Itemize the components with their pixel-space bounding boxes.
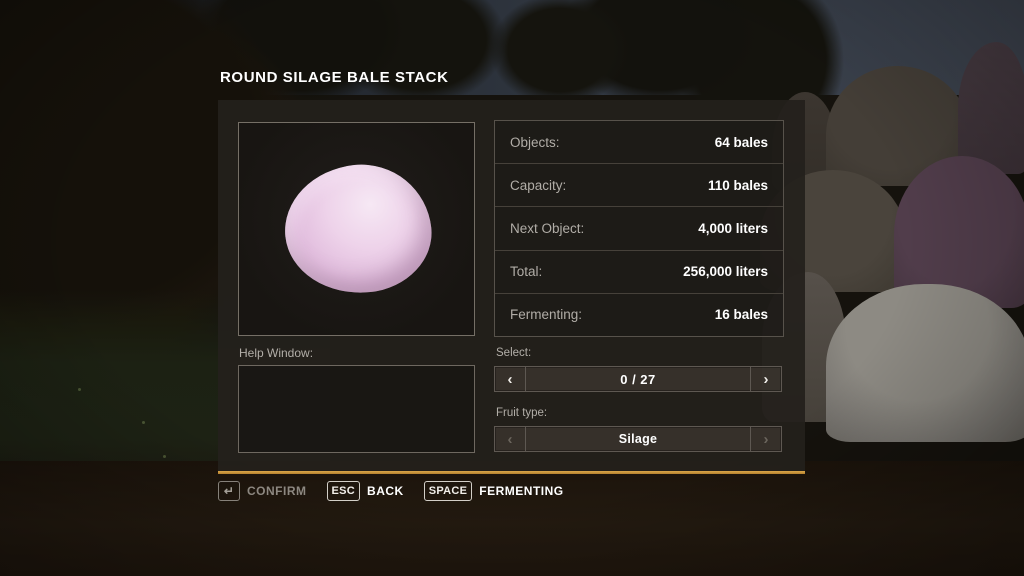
stat-value: 256,000 liters xyxy=(683,264,768,279)
page-title: ROUND SILAGE BALE STACK xyxy=(220,69,449,86)
fruit-type-prev-button[interactable]: ‹ xyxy=(495,427,526,451)
bale-stack-dialog: Help Window: Objects: 64 bales Capacity:… xyxy=(218,100,805,471)
fruit-type-label: Fruit type: xyxy=(496,407,547,419)
stat-value: 110 bales xyxy=(708,178,768,193)
silage-bale-image xyxy=(279,158,438,301)
keyboard-hints-bar: ↵ CONFIRM ESC BACK SPACE FERMENTING xyxy=(218,480,564,502)
chevron-right-icon: › xyxy=(764,371,769,388)
stats-row-next-object: Next Object: 4,000 liters xyxy=(495,206,783,249)
game-screen: ROUND SILAGE BALE STACK Help Window: Obj… xyxy=(0,0,1024,576)
stats-row-objects: Objects: 64 bales xyxy=(495,121,783,163)
stats-row-total: Total: 256,000 liters xyxy=(495,250,783,293)
stat-label: Next Object: xyxy=(510,221,584,236)
hint-fermenting: SPACE FERMENTING xyxy=(424,481,564,501)
select-next-button[interactable]: › xyxy=(750,367,781,391)
help-window-box xyxy=(238,365,475,453)
hint-confirm-label: CONFIRM xyxy=(247,484,307,498)
space-keycap: SPACE xyxy=(424,481,473,501)
hint-back: ESC BACK xyxy=(327,481,404,501)
stats-row-fermenting: Fermenting: 16 bales xyxy=(495,293,783,336)
stat-label: Fermenting: xyxy=(510,307,582,322)
chevron-left-icon: ‹ xyxy=(508,371,513,388)
hint-fermenting-label: FERMENTING xyxy=(479,484,563,498)
stats-panel: Objects: 64 bales Capacity: 110 bales Ne… xyxy=(494,120,784,337)
fruit-type-next-button[interactable]: › xyxy=(750,427,781,451)
select-stepper: ‹ 0 / 27 › xyxy=(494,366,782,392)
stats-row-capacity: Capacity: 110 bales xyxy=(495,163,783,206)
select-label: Select: xyxy=(496,347,531,359)
esc-keycap: ESC xyxy=(327,481,361,501)
bale-preview-box xyxy=(238,122,475,336)
dialog-accent-line xyxy=(218,471,805,474)
stat-value: 64 bales xyxy=(715,135,768,150)
select-value: 0 / 27 xyxy=(526,367,750,391)
stat-value: 4,000 liters xyxy=(698,221,768,236)
return-key-icon: ↵ xyxy=(218,481,240,501)
select-prev-button[interactable]: ‹ xyxy=(495,367,526,391)
stat-label: Total: xyxy=(510,264,542,279)
fruit-type-stepper: ‹ Silage › xyxy=(494,426,782,452)
help-window-label: Help Window: xyxy=(239,346,313,360)
hint-back-label: BACK xyxy=(367,484,404,498)
stat-value: 16 bales xyxy=(715,307,768,322)
chevron-right-icon: › xyxy=(764,431,769,448)
stat-label: Objects: xyxy=(510,135,560,150)
fruit-type-value: Silage xyxy=(526,427,750,451)
stat-label: Capacity: xyxy=(510,178,566,193)
hint-confirm: ↵ CONFIRM xyxy=(218,481,307,501)
chevron-left-icon: ‹ xyxy=(508,431,513,448)
